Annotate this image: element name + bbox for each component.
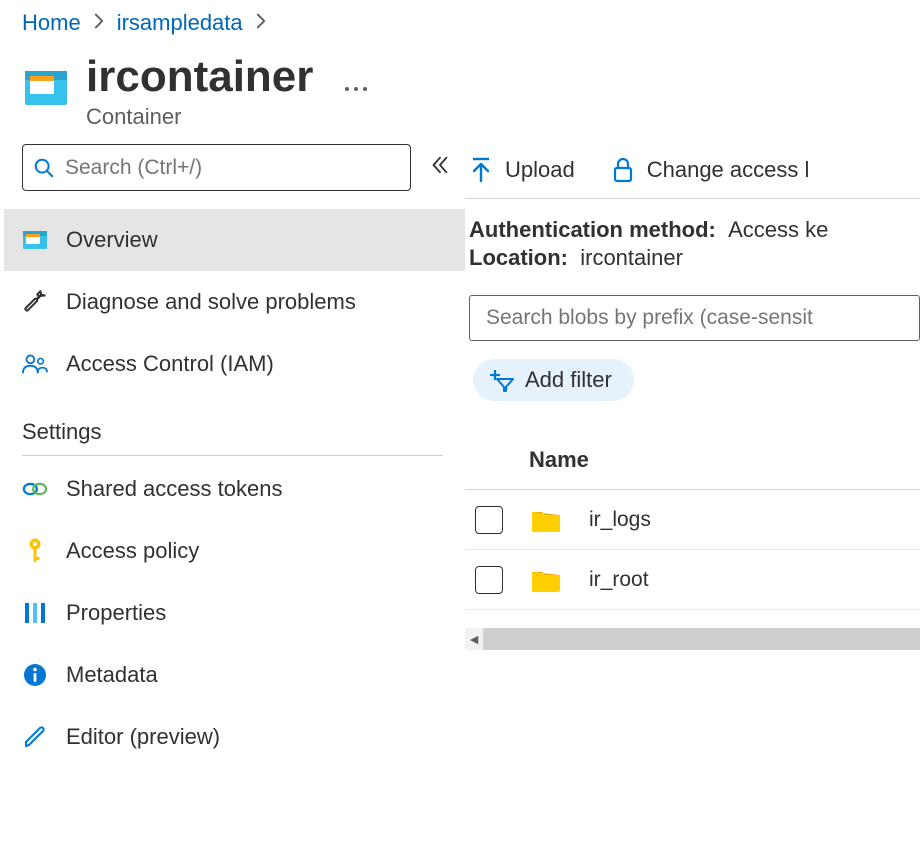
blob-search[interactable] [469,295,920,341]
page-title: ircontainer [86,54,313,100]
row-checkbox[interactable] [475,506,503,534]
table-header: Name [465,447,920,490]
sidebar-item-editor[interactable]: Editor (preview) [4,706,465,768]
toolbar-label: Upload [505,157,575,183]
resource-type-label: Container [86,104,313,130]
sidebar-item-metadata[interactable]: Metadata [4,644,465,706]
blob-table: Name ir_logs ir_root ◄ [465,447,920,650]
sidebar-item-label: Overview [66,227,158,253]
upload-button[interactable]: Upload [469,156,575,184]
upload-icon [469,156,493,184]
people-icon [22,351,48,377]
row-checkbox[interactable] [475,566,503,594]
container-icon [22,64,70,112]
location-label: Location: [469,245,568,270]
sidebar-item-label: Editor (preview) [66,724,220,750]
filter-plus-icon [489,368,515,392]
sidebar-item-label: Diagnose and solve problems [66,289,356,315]
folder-icon [531,508,575,532]
breadcrumb-home[interactable]: Home [22,10,81,36]
sidebar-item-access-policy[interactable]: Access policy [4,520,465,582]
sidebar-search-input[interactable] [63,155,400,181]
sidebar-item-sas[interactable]: Shared access tokens [4,458,465,520]
row-name[interactable]: ir_root [589,568,649,592]
scroll-track[interactable] [483,628,920,650]
table-row[interactable]: ir_root [465,550,920,610]
sidebar: Overview Diagnose and solve problems Acc… [0,144,465,768]
pencil-icon [22,724,48,750]
blob-search-input[interactable] [484,305,905,331]
link-icon [22,476,48,502]
table-row[interactable]: ir_logs [465,490,920,550]
add-filter-chip[interactable]: Add filter [473,359,634,401]
sidebar-search[interactable] [22,144,411,191]
sidebar-item-label: Access policy [66,538,199,564]
row-name[interactable]: ir_logs [589,508,651,532]
sidebar-item-label: Access Control (IAM) [66,351,274,377]
column-name-header[interactable]: Name [475,447,589,473]
panel-icon [22,227,48,253]
change-access-button[interactable]: Change access l [611,156,810,184]
collapse-sidebar-icon[interactable] [429,154,451,181]
toolbar-label: Change access l [647,157,810,183]
info-icon [22,662,48,688]
toolbar: Upload Change access l [465,146,920,199]
folder-icon [531,568,575,592]
key-icon [22,538,48,564]
page-header: ircontainer Container [0,36,920,144]
location-value: ircontainer [580,245,683,270]
sidebar-item-label: Shared access tokens [66,476,282,502]
sidebar-item-diagnose[interactable]: Diagnose and solve problems [4,271,465,333]
sidebar-section-settings: Settings [4,395,465,455]
sidebar-item-iam[interactable]: Access Control (IAM) [4,333,465,395]
sidebar-item-overview[interactable]: Overview [4,209,465,271]
chevron-right-icon [93,12,105,35]
meta-block: Authentication method: Access ke Locatio… [465,199,920,283]
content-pane: Upload Change access l Authentication me… [465,144,920,650]
more-icon[interactable] [343,78,369,99]
wrench-icon [22,289,48,315]
filter-chip-label: Add filter [525,367,612,393]
auth-method-label: Authentication method: [469,217,716,242]
breadcrumb: Home irsampledata [0,0,920,36]
sidebar-item-properties[interactable]: Properties [4,582,465,644]
sidebar-item-label: Properties [66,600,166,626]
horizontal-scrollbar[interactable]: ◄ [465,628,920,650]
divider [22,455,443,456]
bars-icon [22,600,48,626]
scroll-left-icon[interactable]: ◄ [465,631,483,647]
sidebar-item-label: Metadata [66,662,158,688]
auth-method-value: Access ke [728,217,828,242]
lock-icon [611,156,635,184]
chevron-right-icon [255,12,267,35]
breadcrumb-parent[interactable]: irsampledata [117,10,243,36]
search-icon [33,157,55,179]
